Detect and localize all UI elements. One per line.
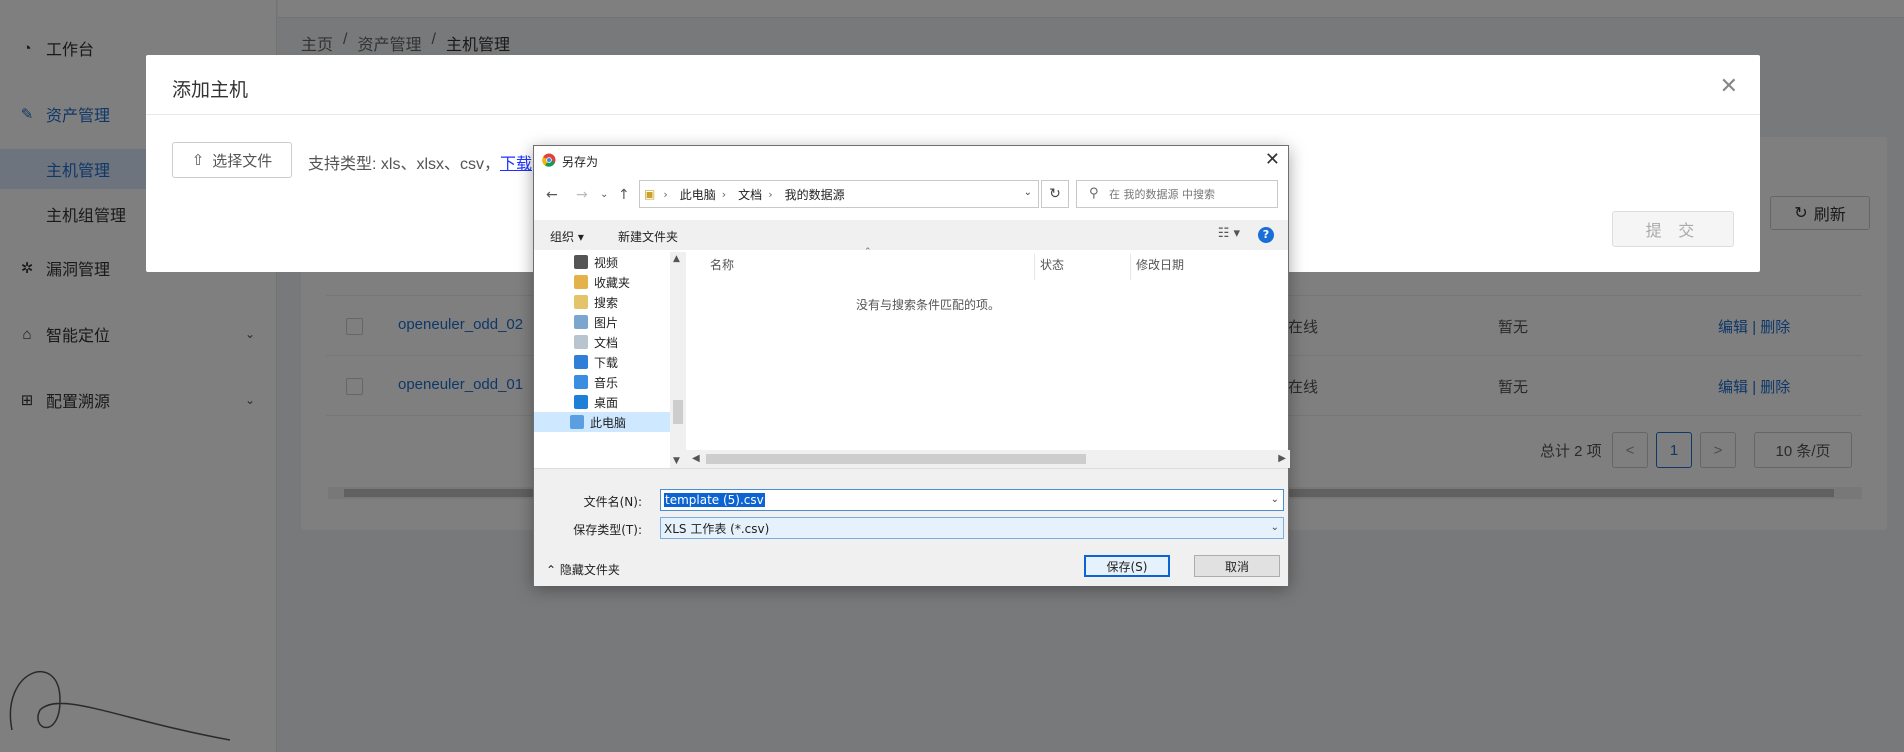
dialog-title-bar: 另存为 ✕ xyxy=(534,146,1288,174)
folder-icon: ▣ xyxy=(644,187,656,201)
tree-item-label: 视频 xyxy=(594,255,619,270)
music-folder-icon xyxy=(574,375,588,389)
scrollbar-thumb[interactable] xyxy=(673,400,683,424)
chevron-down-icon[interactable]: ⌄ xyxy=(1024,187,1032,198)
filetype-row: 保存类型(T): XLS 工作表 (*.csv) ⌄ xyxy=(534,517,1290,539)
filename-label: 文件名(N): xyxy=(583,495,642,509)
filename-row: 文件名(N): template (5).csv ⌄ xyxy=(534,489,1290,511)
download-template-link[interactable]: 下载 xyxy=(500,156,532,173)
up-arrow-icon[interactable]: ↑ xyxy=(618,187,630,203)
tree-item-videos[interactable]: 视频 xyxy=(574,252,618,272)
path-separator: › xyxy=(663,187,668,201)
help-icon[interactable]: ? xyxy=(1258,227,1274,243)
hide-folders-toggle[interactable]: ⌃ 隐藏文件夹 xyxy=(546,561,620,578)
scrollbar-thumb[interactable] xyxy=(706,454,1086,464)
pictures-folder-icon xyxy=(574,315,588,329)
tree-item-label: 搜索 xyxy=(594,295,619,310)
chevron-down-icon[interactable]: ⌄ xyxy=(1271,522,1279,533)
desktop-folder-icon xyxy=(574,395,588,409)
filetype-select[interactable]: XLS 工作表 (*.csv) ⌄ xyxy=(660,517,1284,539)
download-folder-icon xyxy=(574,355,588,369)
forward-arrow-icon[interactable]: → xyxy=(576,187,588,203)
view-options-icon[interactable]: ☷ ▾ xyxy=(1218,226,1240,241)
tree-item-label: 音乐 xyxy=(594,375,619,390)
sort-indicator-icon: ⌃ xyxy=(864,247,872,257)
path-segment[interactable]: 此电脑 xyxy=(680,186,716,203)
chrome-icon xyxy=(542,153,556,167)
chevron-up-icon: ⌃ xyxy=(546,563,557,577)
chevron-down-icon[interactable]: ⌄ xyxy=(1271,494,1279,505)
dialog-toolbar: 组织 ▾ 新建文件夹 ☷ ▾ ? xyxy=(534,220,1288,250)
tree-item-label: 文档 xyxy=(594,335,619,350)
tree-item-search[interactable]: 搜索 xyxy=(574,292,618,312)
submit-button[interactable]: 提 交 xyxy=(1612,211,1734,247)
filename-value: template (5).csv xyxy=(664,493,765,507)
close-icon[interactable]: ✕ xyxy=(1720,73,1738,99)
file-list-horizontal-scrollbar[interactable]: ◀ ▶ xyxy=(686,450,1290,468)
organize-menu[interactable]: 组织 ▾ xyxy=(550,228,584,245)
documents-folder-icon xyxy=(574,335,588,349)
modal-divider xyxy=(146,114,1760,115)
tree-item-label: 下载 xyxy=(594,355,619,370)
tree-item-favorites[interactable]: 收藏夹 xyxy=(574,272,630,292)
save-as-dialog: 另存为 ✕ ← → ⌄ ↑ ▣ › 此电脑 › 文档 › 我的数据源 ⌄ ↻ ⚲… xyxy=(533,145,1290,586)
search-placeholder: 在 我的数据源 中搜索 xyxy=(1109,188,1215,201)
select-file-label: 选择文件 xyxy=(212,152,273,170)
search-icon: ⚲ xyxy=(1089,186,1099,201)
path-separator: › xyxy=(768,187,773,201)
tree-vertical-scrollbar[interactable]: ▲ ▼ xyxy=(670,252,686,468)
new-folder-button[interactable]: 新建文件夹 xyxy=(618,228,678,245)
dialog-nav-row: ← → ⌄ ↑ ▣ › 此电脑 › 文档 › 我的数据源 ⌄ ↻ ⚲ 在 我的数… xyxy=(534,180,1288,210)
filename-input[interactable]: template (5).csv ⌄ xyxy=(660,489,1284,511)
tree-item-this-pc[interactable]: 此电脑 xyxy=(534,412,670,432)
supported-types-text: 支持类型: xls、xlsx、csv， xyxy=(308,156,501,173)
column-header-status[interactable]: 状态 xyxy=(1040,256,1064,280)
scroll-right-icon[interactable]: ▶ xyxy=(1278,453,1286,464)
tree-item-label: 此电脑 xyxy=(590,415,627,430)
recent-dropdown-icon[interactable]: ⌄ xyxy=(600,189,608,200)
hide-folders-label: 隐藏文件夹 xyxy=(559,563,620,577)
save-button[interactable]: 保存(S) xyxy=(1084,555,1170,577)
cancel-button[interactable]: 取消 xyxy=(1194,555,1280,577)
scroll-down-icon[interactable]: ▼ xyxy=(673,456,680,466)
search-folder-icon xyxy=(574,295,588,309)
address-bar[interactable]: ▣ › 此电脑 › 文档 › 我的数据源 ⌄ xyxy=(639,180,1039,208)
filetype-value: XLS 工作表 (*.csv) xyxy=(664,521,770,536)
tree-item-label: 收藏夹 xyxy=(594,275,631,290)
dialog-title: 另存为 xyxy=(562,155,599,169)
column-header-modified[interactable]: 修改日期 xyxy=(1136,256,1184,280)
dialog-bottom-panel: 文件名(N): template (5).csv ⌄ 保存类型(T): XLS … xyxy=(534,468,1288,586)
column-divider xyxy=(1130,254,1131,280)
tree-item-documents[interactable]: 文档 xyxy=(574,332,618,352)
tree-item-label: 桌面 xyxy=(594,395,619,410)
path-segment[interactable]: 文档 xyxy=(738,186,762,203)
tree-item-downloads[interactable]: 下载 xyxy=(574,352,618,372)
path-segment[interactable]: 我的数据源 xyxy=(785,186,845,203)
column-divider xyxy=(1034,254,1035,280)
dialog-search-input[interactable]: ⚲ 在 我的数据源 中搜索 xyxy=(1076,180,1278,208)
upload-hint: 支持类型: xls、xlsx、csv，下载 xyxy=(308,150,532,174)
favorites-folder-icon xyxy=(574,275,588,289)
tree-item-label: 图片 xyxy=(594,315,619,330)
back-arrow-icon[interactable]: ← xyxy=(546,187,558,203)
empty-result-text: 没有与搜索条件匹配的项。 xyxy=(856,298,1001,312)
tree-item-pictures[interactable]: 图片 xyxy=(574,312,618,332)
tree-item-music[interactable]: 音乐 xyxy=(574,372,618,392)
computer-icon xyxy=(570,415,584,429)
modal-title: 添加主机 xyxy=(172,80,249,101)
video-folder-icon xyxy=(574,255,588,269)
select-file-button[interactable]: ⇧ 选择文件 xyxy=(172,142,292,178)
tree-item-desktop[interactable]: 桌面 xyxy=(574,392,618,412)
dialog-close-icon[interactable]: ✕ xyxy=(1265,149,1280,170)
column-header-name[interactable]: 名称 xyxy=(710,256,734,280)
scroll-left-icon[interactable]: ◀ xyxy=(692,453,700,464)
upload-icon: ⇧ xyxy=(191,152,205,169)
path-separator: › xyxy=(721,187,727,201)
filetype-label: 保存类型(T): xyxy=(573,523,642,537)
navigation-tree: 视频 收藏夹 搜索 图片 文档 下载 音乐 桌面 此电脑 xyxy=(534,252,670,468)
refresh-icon[interactable]: ↻ xyxy=(1041,180,1069,208)
scroll-up-icon[interactable]: ▲ xyxy=(673,254,680,264)
